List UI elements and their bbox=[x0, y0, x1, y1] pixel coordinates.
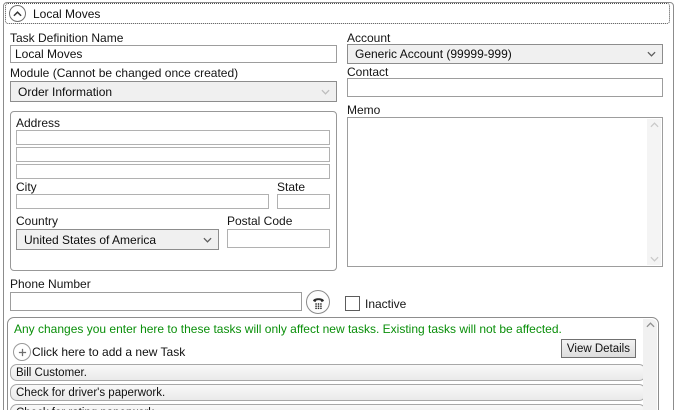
account-label: Account bbox=[347, 31, 390, 45]
account-select[interactable]: Generic Account (99999-999) bbox=[347, 44, 663, 64]
task-row-label: Check for rating paperwork. bbox=[16, 407, 157, 410]
collapse-chevron-up-icon[interactable] bbox=[9, 5, 26, 22]
memo-input[interactable] bbox=[347, 117, 663, 267]
telephone-keypad-icon bbox=[311, 295, 326, 310]
city-input[interactable] bbox=[16, 194, 269, 209]
module-label: Module (Cannot be changed once created) bbox=[10, 66, 238, 80]
inactive-checkbox[interactable] bbox=[345, 296, 360, 311]
address-line1-input[interactable] bbox=[16, 130, 330, 145]
local-moves-form: Local Moves Task Definition Name Module … bbox=[0, 0, 677, 410]
tasks-scrollbar[interactable] bbox=[643, 319, 657, 410]
task-row[interactable]: Bill Customer. bbox=[10, 364, 646, 381]
contact-input[interactable] bbox=[347, 78, 663, 97]
view-details-button[interactable]: View Details bbox=[561, 339, 636, 358]
add-task-link[interactable]: Click here to add a new Task bbox=[32, 345, 185, 359]
chevron-down-icon bbox=[203, 237, 212, 243]
expander-header[interactable]: Local Moves bbox=[5, 3, 670, 24]
state-label: State bbox=[277, 180, 305, 194]
country-label: Country bbox=[16, 214, 58, 228]
scroll-down-icon[interactable] bbox=[650, 256, 659, 262]
chevron-down-icon bbox=[321, 89, 330, 95]
panel-title: Local Moves bbox=[33, 7, 100, 21]
postal-code-label: Postal Code bbox=[227, 214, 292, 228]
postal-code-input[interactable] bbox=[227, 229, 330, 248]
address-line3-input[interactable] bbox=[16, 164, 330, 179]
memo-label: Memo bbox=[347, 103, 380, 117]
task-row[interactable]: Check for rating paperwork. bbox=[10, 404, 646, 410]
task-definition-name-input[interactable] bbox=[10, 45, 337, 63]
task-row-label: Check for driver's paperwork. bbox=[16, 387, 165, 399]
inactive-checkbox-label: Inactive bbox=[365, 297, 406, 311]
phone-number-label: Phone Number bbox=[10, 277, 91, 291]
task-definition-name-label: Task Definition Name bbox=[10, 31, 123, 45]
module-selected-value: Order Information bbox=[11, 85, 321, 99]
chevron-down-icon bbox=[647, 51, 656, 57]
address-label: Address bbox=[16, 116, 60, 130]
scroll-up-icon[interactable] bbox=[650, 122, 659, 128]
account-selected-value: Generic Account (99999-999) bbox=[348, 47, 647, 61]
city-label: City bbox=[16, 180, 37, 194]
state-input[interactable] bbox=[277, 194, 330, 209]
tasks-panel: Any changes you enter here to these task… bbox=[7, 317, 659, 410]
task-row[interactable]: Check for driver's paperwork. bbox=[10, 384, 646, 401]
plus-icon[interactable] bbox=[13, 343, 31, 361]
phone-number-input[interactable] bbox=[10, 292, 302, 311]
scroll-up-icon[interactable] bbox=[646, 322, 655, 328]
country-select[interactable]: United States of America bbox=[16, 229, 219, 250]
dial-phone-button[interactable] bbox=[306, 290, 330, 314]
task-row-label: Bill Customer. bbox=[16, 367, 87, 379]
country-selected-value: United States of America bbox=[17, 233, 203, 247]
tasks-notice: Any changes you enter here to these task… bbox=[14, 322, 636, 336]
address-line2-input[interactable] bbox=[16, 147, 330, 162]
memo-scrollbar[interactable] bbox=[647, 119, 661, 265]
contact-label: Contact bbox=[347, 65, 388, 79]
module-select[interactable]: Order Information bbox=[10, 81, 337, 102]
